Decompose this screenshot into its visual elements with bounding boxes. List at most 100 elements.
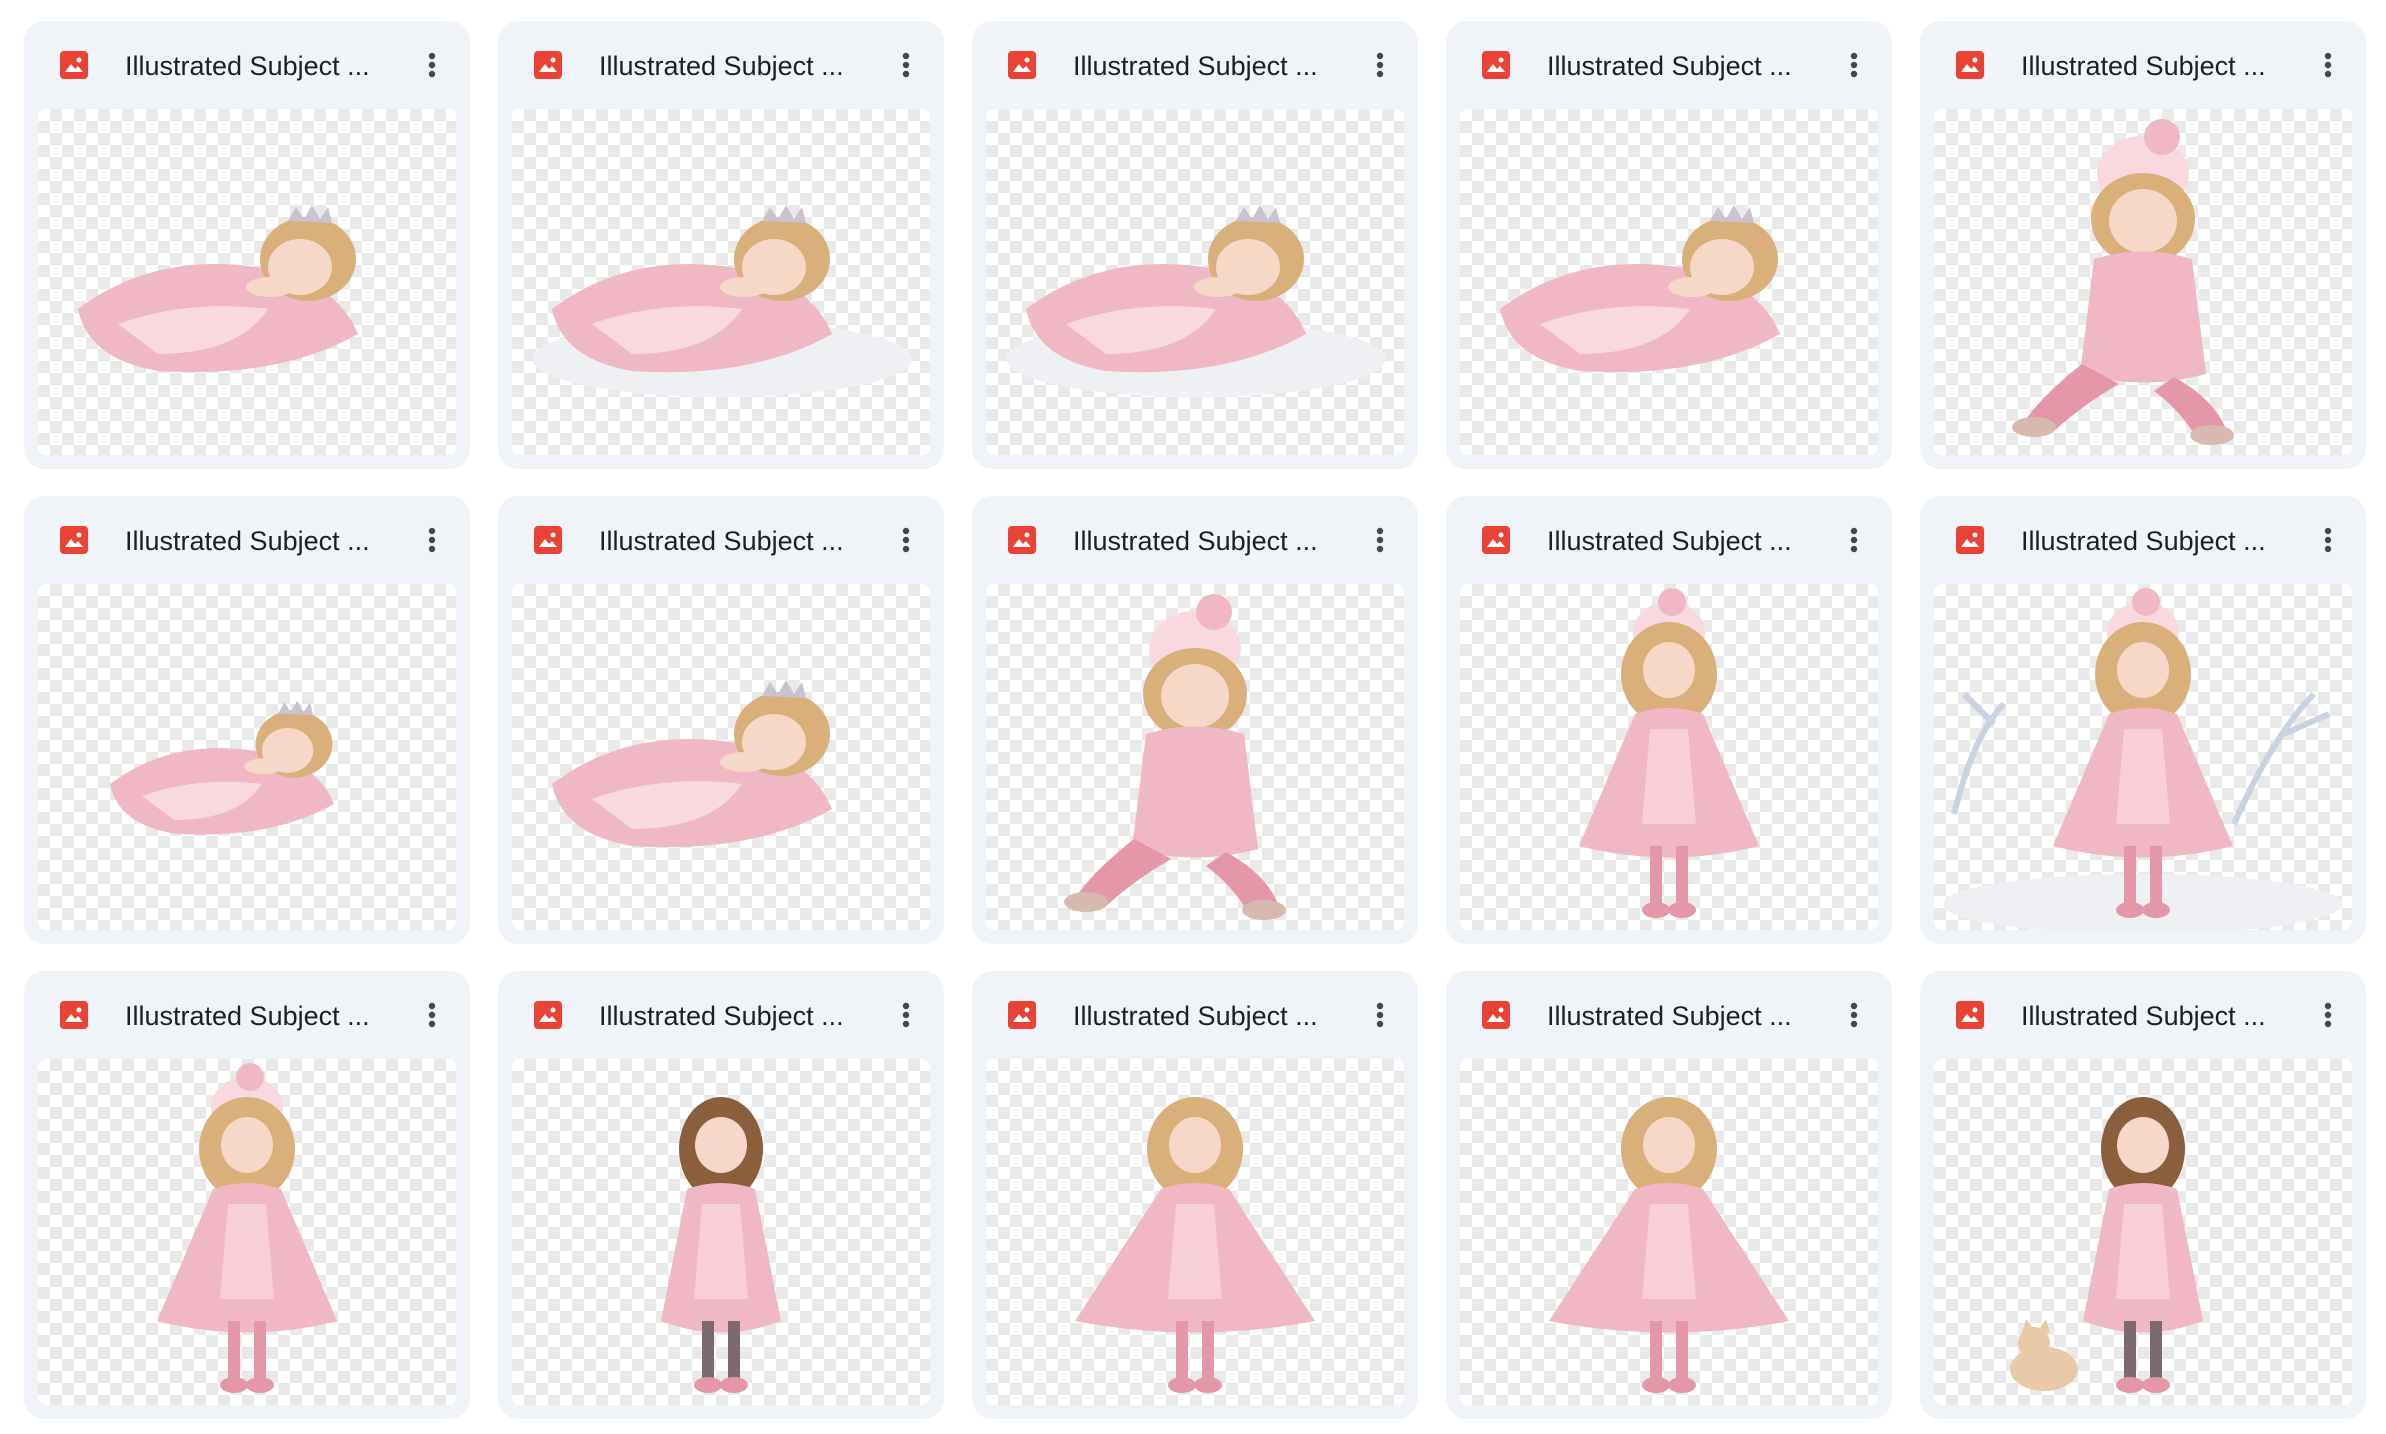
file-card[interactable]: Illustrated Subject ... xyxy=(1446,21,1892,469)
image-file-icon xyxy=(60,1001,88,1029)
file-thumbnail[interactable] xyxy=(512,109,930,455)
file-title: Illustrated Subject ... xyxy=(1547,51,1792,81)
more-vert-icon xyxy=(428,527,436,553)
more-options-button[interactable] xyxy=(408,516,456,564)
more-options-button[interactable] xyxy=(408,991,456,1039)
more-vert-icon xyxy=(902,527,910,553)
thumbnail-illustration xyxy=(1064,594,1286,920)
file-card-header: Illustrated Subject ... xyxy=(24,496,470,584)
image-file-icon xyxy=(1956,1001,1984,1029)
file-card[interactable]: Illustrated Subject ... xyxy=(498,21,944,469)
file-thumbnail[interactable] xyxy=(986,109,1404,455)
more-vert-icon xyxy=(1850,52,1858,78)
file-card[interactable]: Illustrated Subject ... xyxy=(24,496,470,944)
more-vert-icon xyxy=(2324,527,2332,553)
file-title: Illustrated Subject ... xyxy=(2021,1001,2266,1031)
image-file-icon xyxy=(1008,51,1036,79)
file-title: Illustrated Subject ... xyxy=(125,526,370,556)
image-file-icon xyxy=(1008,1001,1036,1029)
more-vert-icon xyxy=(428,1002,436,1028)
file-thumbnail[interactable] xyxy=(38,1059,456,1405)
thumbnail-illustration xyxy=(1075,1097,1315,1393)
more-options-button[interactable] xyxy=(2304,41,2352,89)
more-options-button[interactable] xyxy=(408,41,456,89)
more-vert-icon xyxy=(1850,527,1858,553)
file-title: Illustrated Subject ... xyxy=(2021,51,2266,81)
thumbnail-illustration xyxy=(157,1063,337,1393)
image-file-icon xyxy=(1956,526,1984,554)
image-file-icon xyxy=(1482,526,1510,554)
file-thumbnail[interactable] xyxy=(986,584,1404,930)
file-card[interactable]: Illustrated Subject ... xyxy=(972,971,1418,1419)
file-card[interactable]: Illustrated Subject ... xyxy=(1920,971,2366,1419)
file-card-header: Illustrated Subject ... xyxy=(1446,21,1892,109)
more-vert-icon xyxy=(1376,527,1384,553)
image-file-icon xyxy=(534,1001,562,1029)
file-card-header: Illustrated Subject ... xyxy=(1920,21,2366,109)
file-title: Illustrated Subject ... xyxy=(599,526,844,556)
file-title: Illustrated Subject ... xyxy=(125,51,370,81)
more-options-button[interactable] xyxy=(2304,991,2352,1039)
thumbnail-illustration xyxy=(1579,588,1759,918)
more-vert-icon xyxy=(1376,52,1384,78)
file-card[interactable]: Illustrated Subject ... xyxy=(498,496,944,944)
file-card[interactable]: Illustrated Subject ... xyxy=(1446,971,1892,1419)
more-vert-icon xyxy=(2324,52,2332,78)
file-thumbnail[interactable] xyxy=(1934,109,2352,455)
file-thumbnail[interactable] xyxy=(38,584,456,930)
more-options-button[interactable] xyxy=(1830,991,1878,1039)
thumbnail-illustration xyxy=(78,205,358,373)
file-title: Illustrated Subject ... xyxy=(1073,1001,1318,1031)
file-card[interactable]: Illustrated Subject ... xyxy=(498,971,944,1419)
image-file-icon xyxy=(60,526,88,554)
file-title: Illustrated Subject ... xyxy=(1547,1001,1792,1031)
more-options-button[interactable] xyxy=(1830,41,1878,89)
file-card-header: Illustrated Subject ... xyxy=(24,971,470,1059)
file-thumbnail[interactable] xyxy=(1460,1059,1878,1405)
file-card-header: Illustrated Subject ... xyxy=(1920,971,2366,1059)
more-options-button[interactable] xyxy=(882,991,930,1039)
thumbnail-illustration xyxy=(1943,588,2343,930)
more-options-button[interactable] xyxy=(882,516,930,564)
more-options-button[interactable] xyxy=(1356,41,1404,89)
file-card-header: Illustrated Subject ... xyxy=(972,496,1418,584)
file-card[interactable]: Illustrated Subject ... xyxy=(24,21,470,469)
file-card-header: Illustrated Subject ... xyxy=(972,21,1418,109)
image-file-icon xyxy=(534,51,562,79)
file-card[interactable]: Illustrated Subject ... xyxy=(1446,496,1892,944)
file-card-header: Illustrated Subject ... xyxy=(24,21,470,109)
file-grid: Illustrated Subject ... Illustrated Subj… xyxy=(24,21,2366,1419)
more-options-button[interactable] xyxy=(1830,516,1878,564)
file-thumbnail[interactable] xyxy=(38,109,456,455)
thumbnail-illustration xyxy=(532,205,912,397)
more-options-button[interactable] xyxy=(1356,516,1404,564)
file-card-header: Illustrated Subject ... xyxy=(1446,496,1892,584)
file-thumbnail[interactable] xyxy=(1934,584,2352,930)
file-card[interactable]: Illustrated Subject ... xyxy=(1920,21,2366,469)
file-thumbnail[interactable] xyxy=(1460,584,1878,930)
more-options-button[interactable] xyxy=(882,41,930,89)
file-card-header: Illustrated Subject ... xyxy=(498,21,944,109)
more-vert-icon xyxy=(428,52,436,78)
file-thumbnail[interactable] xyxy=(512,1059,930,1405)
file-thumbnail[interactable] xyxy=(1460,109,1878,455)
more-vert-icon xyxy=(902,1002,910,1028)
file-thumbnail[interactable] xyxy=(986,1059,1404,1405)
thumbnail-illustration xyxy=(1549,1097,1789,1393)
image-file-icon xyxy=(534,526,562,554)
more-options-button[interactable] xyxy=(2304,516,2352,564)
file-card[interactable]: Illustrated Subject ... xyxy=(972,21,1418,469)
file-thumbnail[interactable] xyxy=(1934,1059,2352,1405)
file-card-header: Illustrated Subject ... xyxy=(972,971,1418,1059)
thumbnail-illustration xyxy=(1006,205,1386,397)
file-card[interactable]: Illustrated Subject ... xyxy=(1920,496,2366,944)
file-card-header: Illustrated Subject ... xyxy=(1920,496,2366,584)
more-vert-icon xyxy=(1850,1002,1858,1028)
more-options-button[interactable] xyxy=(1356,991,1404,1039)
file-title: Illustrated Subject ... xyxy=(1547,526,1792,556)
file-card[interactable]: Illustrated Subject ... xyxy=(972,496,1418,944)
file-title: Illustrated Subject ... xyxy=(599,51,844,81)
file-card[interactable]: Illustrated Subject ... xyxy=(24,971,470,1419)
file-thumbnail[interactable] xyxy=(512,584,930,930)
file-card-header: Illustrated Subject ... xyxy=(498,496,944,584)
